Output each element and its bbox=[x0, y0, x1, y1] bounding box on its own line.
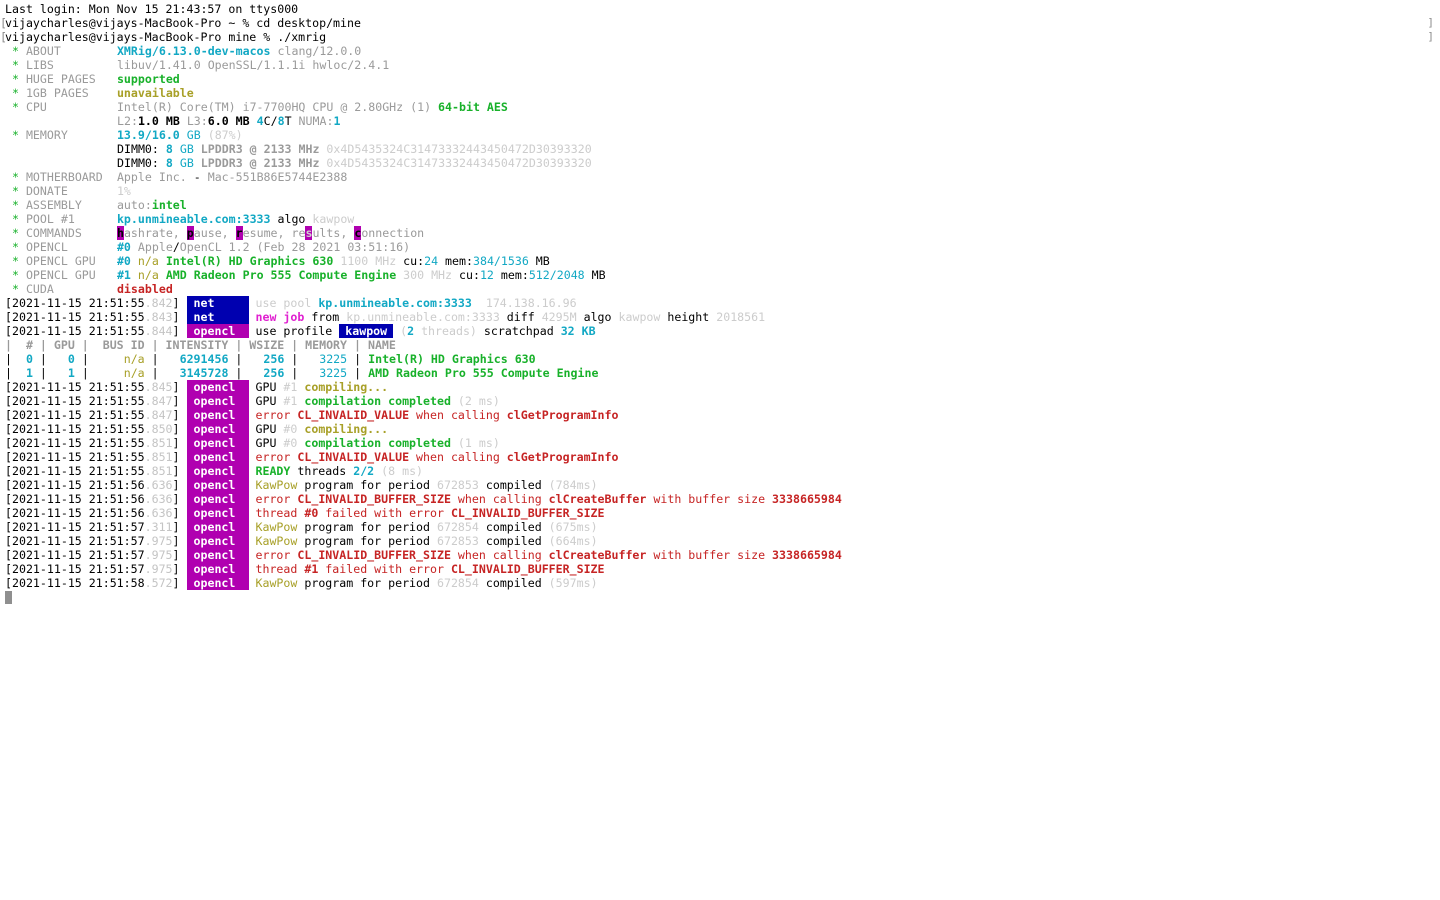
opencl-tag-badge: opencl bbox=[186, 408, 249, 422]
hotkey-pause[interactable]: p bbox=[186, 226, 194, 240]
terminal-output[interactable]: Last login: Mon Nov 15 21:43:57 on ttys0… bbox=[0, 2, 1440, 604]
summary-dimm: DIMM0: 8 GB LPDDR3 @ 2133 MHz 0x4D543532… bbox=[117, 156, 592, 170]
prompt-line: [vijaycharles@vijays-MacBook-Pro ~ % cd … bbox=[0, 16, 1434, 30]
prompt-line: [vijaycharles@vijays-MacBook-Pro mine % … bbox=[0, 30, 1434, 44]
bullet-star-icon: * bbox=[5, 282, 26, 296]
gpu-table-header: | # | GPU | BUS ID | INTENSITY | WSIZE |… bbox=[5, 338, 396, 352]
summary-opencl-gpu: * OPENCL GPU #1 n/a AMD Radeon Pro 555 Co… bbox=[5, 268, 606, 282]
log-line: [2021-11-15 21:51:57.975] opencl thread … bbox=[5, 562, 605, 576]
terminal-cursor bbox=[5, 591, 12, 604]
summary-huge-pages: * HUGE PAGES supported bbox=[5, 72, 180, 86]
log-line: [2021-11-15 21:51:56.636] opencl KawPow … bbox=[5, 478, 598, 492]
opencl-tag-badge: opencl bbox=[186, 422, 249, 436]
profile-badge: kawpow bbox=[339, 324, 394, 338]
opencl-tag-badge: opencl bbox=[186, 492, 249, 506]
bullet-star-icon: * bbox=[5, 240, 26, 254]
summary-memory: * MEMORY 13.9/16.0 GB (87%) bbox=[5, 128, 243, 142]
hotkey-hashrate[interactable]: h bbox=[116, 226, 124, 240]
opencl-tag-badge: opencl bbox=[186, 450, 249, 464]
hotkey-resume[interactable]: r bbox=[235, 226, 243, 240]
bullet-star-icon: * bbox=[5, 268, 26, 282]
bullet-star-icon: * bbox=[5, 44, 26, 58]
cursor-line[interactable] bbox=[5, 590, 1440, 604]
bullet-star-icon: * bbox=[5, 198, 26, 212]
bullet-star-icon: * bbox=[5, 254, 26, 268]
summary-assembly: * ASSEMBLY auto:intel bbox=[5, 198, 187, 212]
summary-libs: * LIBS libuv/1.41.0 OpenSSL/1.1.1i hwloc/… bbox=[5, 58, 390, 72]
log-line-net-job: [2021-11-15 21:51:55.843] net new job fr… bbox=[5, 310, 766, 324]
log-line: [2021-11-15 21:51:55.847] opencl GPU #1 … bbox=[5, 394, 500, 408]
shell-command: ./xmrig bbox=[277, 30, 327, 44]
log-line: [2021-11-15 21:51:55.847] opencl error C… bbox=[5, 408, 619, 422]
summary-pool: * POOL #1 kp.unmineable.com:3333 algo kaw… bbox=[5, 212, 355, 226]
summary-opencl-gpu: * OPENCL GPU #0 n/a Intel(R) HD Graphics … bbox=[5, 254, 550, 268]
bullet-star-icon: * bbox=[5, 170, 26, 184]
summary-cpu: * CPU Intel(R) Core(TM) i7-7700HQ CPU @ 2… bbox=[5, 100, 508, 114]
bullet-star-icon: * bbox=[5, 58, 26, 72]
net-tag-badge: net bbox=[186, 310, 249, 324]
log-line: [2021-11-15 21:51:55.850] opencl GPU #0 … bbox=[5, 422, 389, 436]
shell-prompt: vijaycharles@vijays-MacBook-Pro ~ % bbox=[5, 16, 257, 30]
summary-1gb-pages: * 1GB PAGES unavailable bbox=[5, 86, 194, 100]
net-tag-badge: net bbox=[186, 296, 249, 310]
log-line-net-pool: [2021-11-15 21:51:55.842] net use pool k… bbox=[5, 296, 577, 310]
opencl-tag-badge: opencl bbox=[186, 562, 249, 576]
opencl-tag-badge: opencl bbox=[186, 380, 249, 394]
log-line-opencl-profile: [2021-11-15 21:51:55.844] opencl use pro… bbox=[5, 324, 596, 338]
bullet-star-icon: * bbox=[5, 128, 26, 142]
opencl-tag-badge: opencl bbox=[186, 464, 249, 478]
summary-motherboard: * MOTHERBOARD Apple Inc. - Mac-551B86E574… bbox=[5, 170, 348, 184]
last-login-line: Last login: Mon Nov 15 21:43:57 on ttys0… bbox=[5, 2, 299, 16]
opencl-tag-badge: opencl bbox=[186, 576, 249, 590]
log-line: [2021-11-15 21:51:55.851] opencl GPU #0 … bbox=[5, 436, 500, 450]
summary-commands: * COMMANDS hashrate, pause, resume, resul… bbox=[5, 226, 425, 240]
log-line: [2021-11-15 21:51:56.636] opencl thread … bbox=[5, 506, 605, 520]
opencl-tag-badge: opencl bbox=[186, 534, 249, 548]
opencl-tag-badge: opencl bbox=[186, 520, 249, 534]
bullet-star-icon: * bbox=[5, 212, 26, 226]
gpu-table-row: | 0 | 0 | n/a | 6291456 | 256 | 3225 | I… bbox=[5, 352, 536, 366]
bullet-star-icon: * bbox=[5, 100, 26, 114]
gpu-table-body: | 0 | 0 | n/a | 6291456 | 256 | 3225 | I… bbox=[5, 352, 1440, 380]
gpu-table-row: | 1 | 1 | n/a | 3145728 | 256 | 3225 | A… bbox=[5, 366, 599, 380]
bullet-star-icon: * bbox=[5, 86, 26, 100]
log-line: [2021-11-15 21:51:55.845] opencl GPU #1 … bbox=[5, 380, 389, 394]
opencl-tag-badge: opencl bbox=[186, 436, 249, 450]
log-list: [2021-11-15 21:51:55.845] opencl GPU #1 … bbox=[5, 380, 1440, 590]
bullet-star-icon: * bbox=[5, 184, 26, 198]
log-line: [2021-11-15 21:51:58.572] opencl KawPow … bbox=[5, 576, 598, 590]
summary-cuda: * CUDA disabled bbox=[5, 282, 173, 296]
summary-opencl: * OPENCL #0 Apple/OpenCL 1.2 (Feb 28 2021… bbox=[5, 240, 411, 254]
bullet-star-icon: * bbox=[5, 226, 26, 240]
opencl-tag-badge: opencl bbox=[186, 324, 249, 338]
log-line: [2021-11-15 21:51:57.975] opencl error C… bbox=[5, 548, 842, 562]
log-line: [2021-11-15 21:51:57.311] opencl KawPow … bbox=[5, 520, 598, 534]
shell-command: cd desktop/mine bbox=[256, 16, 361, 30]
opencl-tag-badge: opencl bbox=[186, 506, 249, 520]
bullet-star-icon: * bbox=[5, 72, 26, 86]
log-line: [2021-11-15 21:51:56.636] opencl error C… bbox=[5, 492, 842, 506]
summary-dimm: DIMM0: 8 GB LPDDR3 @ 2133 MHz 0x4D543532… bbox=[117, 142, 592, 156]
opencl-tag-badge: opencl bbox=[186, 548, 249, 562]
log-line: [2021-11-15 21:51:55.851] opencl error C… bbox=[5, 450, 619, 464]
opencl-tag-badge: opencl bbox=[186, 478, 249, 492]
summary-cpu-cache: L2:1.0 MB L3:6.0 MB 4C/8T NUMA:1 bbox=[117, 114, 341, 128]
log-line: [2021-11-15 21:51:57.975] opencl KawPow … bbox=[5, 534, 598, 548]
summary-about: * ABOUT XMRig/6.13.0-dev-macos clang/12.0… bbox=[5, 44, 362, 58]
opencl-tag-badge: opencl bbox=[186, 394, 249, 408]
summary-donate: * DONATE 1% bbox=[5, 184, 131, 198]
shell-prompt: vijaycharles@vijays-MacBook-Pro mine % bbox=[5, 30, 278, 44]
log-line: [2021-11-15 21:51:55.851] opencl READY t… bbox=[5, 464, 424, 478]
